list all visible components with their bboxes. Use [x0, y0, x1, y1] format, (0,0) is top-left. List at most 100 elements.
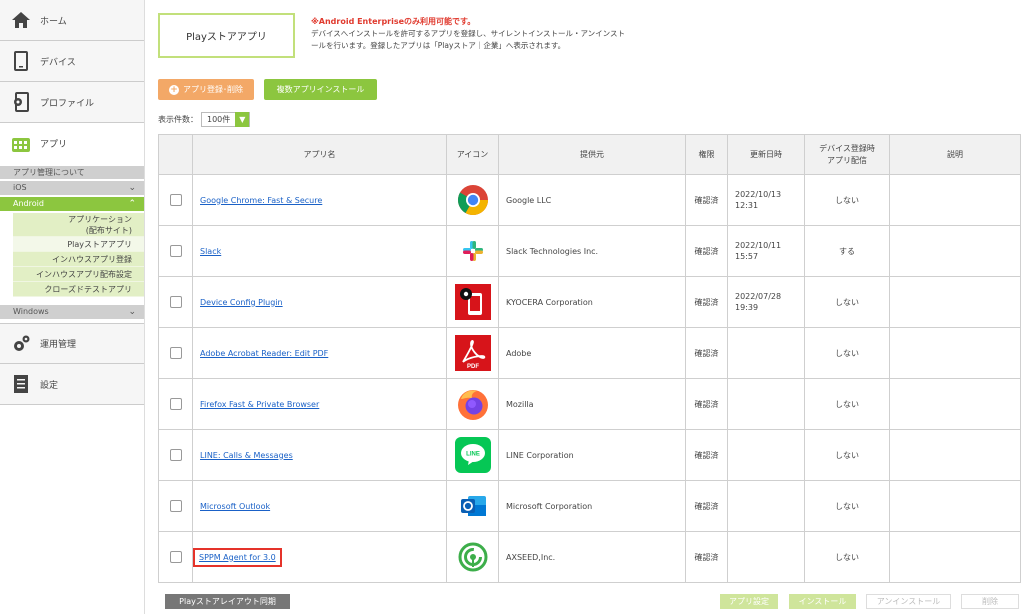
row-checkbox[interactable] [169, 398, 182, 410]
description-cell [889, 327, 1021, 379]
header-icon: アイコン [446, 134, 499, 175]
nav-profile[interactable]: プロファイル [0, 82, 144, 123]
description-cell [889, 531, 1021, 583]
app-icon-cell [446, 378, 499, 430]
page-size-select[interactable]: 100件 ▼ [201, 112, 251, 127]
chevron-down-icon: ⌄ [128, 307, 136, 317]
register-delete-button[interactable]: + アプリ登録･削除 [158, 79, 254, 100]
app-icon-cell: PDF [446, 327, 499, 379]
playstore-layout-sync-button[interactable]: Playストアレイアウト同期 [165, 594, 290, 609]
row-checkbox[interactable] [169, 500, 182, 512]
group-android[interactable]: Android ⌃ [0, 197, 144, 211]
header-permission: 権限 [685, 134, 728, 175]
chevron-down-icon: ⌄ [128, 183, 136, 193]
notice-text: ※Android Enterpriseのみ利用可能です。 デバイスへインストール… [311, 16, 681, 52]
sidebar-item-application-label: アプリケーション [68, 215, 132, 224]
provider-cell: Slack Technologies Inc. [498, 225, 686, 277]
row-checkbox-cell [158, 174, 193, 226]
sidebar-item-inhouse-distribution[interactable]: インハウスアプリ配布設定 [13, 267, 144, 282]
app-name-cell: Device Config Plugin [192, 276, 447, 328]
sidebar-item-application[interactable]: アプリケーション (配布サイト) [13, 213, 144, 237]
notice-warning: ※Android Enterpriseのみ利用可能です。 [311, 17, 476, 26]
app-name-link[interactable]: Google Chrome: Fast & Secure [200, 196, 322, 205]
register-delete-label: アプリ登録･削除 [183, 85, 243, 94]
install-button[interactable]: インストール [789, 594, 856, 609]
description-cell [889, 174, 1021, 226]
nav-operations-label: 運用管理 [40, 340, 77, 350]
updated-cell: 2022/07/28 19:39 [727, 276, 805, 328]
app-management-about[interactable]: アプリ管理について [0, 166, 144, 179]
row-checkbox[interactable] [169, 449, 182, 461]
provider-cell: LINE Corporation [498, 429, 686, 481]
app-icon-cell [446, 225, 499, 277]
apps-table: アプリ名 アイコン 提供元 権限 更新日時 デバイス登録時 アプリ配信 説明 G… [158, 134, 1021, 583]
group-windows-label: Windows [13, 307, 49, 316]
page-title: Playストアアプリ [158, 13, 295, 58]
provider-cell: KYOCERA Corporation [498, 276, 686, 328]
nav-home[interactable]: ホーム [0, 0, 144, 41]
page-size-value: 100件 [207, 115, 231, 124]
group-windows[interactable]: Windows ⌄ [0, 305, 144, 319]
updated-date: 2022/10/13 [735, 190, 782, 199]
permission-cell: 確認済 [685, 429, 728, 481]
app-settings-button[interactable]: アプリ設定 [720, 594, 778, 609]
profile-icon [10, 91, 32, 113]
app-icon-cell: LINE [446, 429, 499, 481]
nav-apps[interactable]: アプリ [0, 123, 144, 164]
row-checkbox[interactable] [169, 245, 182, 257]
nav-settings[interactable]: 設定 [0, 364, 144, 405]
plus-icon: + [169, 84, 179, 95]
app-icon-cell [446, 531, 499, 583]
uninstall-button[interactable]: アンインストール [866, 594, 951, 609]
app-name-link[interactable]: Microsoft Outlook [200, 502, 270, 511]
page-size-label: 表示件数： [158, 115, 198, 124]
sppm-icon [455, 542, 491, 572]
row-checkbox[interactable] [169, 296, 182, 308]
app-name-cell: Google Chrome: Fast & Secure [192, 174, 447, 226]
sidebar-item-inhouse-register[interactable]: インハウスアプリ登録 [13, 252, 144, 267]
app-name-link[interactable]: SPPM Agent for 3.0 [199, 553, 276, 562]
device-distribution-cell: しない [804, 429, 890, 481]
row-checkbox[interactable] [169, 347, 182, 359]
device-distribution-cell: しない [804, 531, 890, 583]
provider-cell: Google LLC [498, 174, 686, 226]
notice-line2: ールを行います。登録したアプリは「Playストア｜企業」へ表示されます。 [311, 41, 566, 50]
adobe-acrobat-icon: PDF [454, 335, 491, 371]
description-cell [889, 225, 1021, 277]
header-provider: 提供元 [498, 134, 686, 175]
app-icon-cell [446, 276, 499, 328]
provider-cell: AXSEED,Inc. [498, 531, 686, 583]
device-distribution-cell: しない [804, 378, 890, 430]
updated-time: 15:57 [735, 252, 759, 261]
app-name-link[interactable]: Slack [200, 247, 221, 256]
row-checkbox[interactable] [169, 194, 182, 206]
gears-icon [10, 333, 32, 355]
header-description: 説明 [889, 134, 1021, 175]
permission-cell: 確認済 [685, 327, 728, 379]
nav-operations[interactable]: 運用管理 [0, 323, 144, 364]
home-icon [10, 9, 32, 31]
app-name-cell: LINE: Calls & Messages [192, 429, 447, 481]
row-checkbox[interactable] [169, 551, 182, 563]
updated-date: 2022/10/11 [735, 241, 782, 250]
app-name-link[interactable]: Device Config Plugin [200, 298, 283, 307]
header-device-line1: デバイス登録時 [819, 143, 875, 153]
device-distribution-cell: しない [804, 276, 890, 328]
app-name-link[interactable]: Firefox Fast & Private Browser [200, 400, 319, 409]
sidebar-item-playstore[interactable]: Playストアアプリ [13, 237, 144, 252]
updated-cell [727, 429, 805, 481]
delete-button[interactable]: 削除 [961, 594, 1019, 609]
settings-document-icon [10, 373, 32, 395]
sidebar-item-closed-test[interactable]: クローズドテストアプリ [13, 282, 144, 297]
app-name-link[interactable]: Adobe Acrobat Reader: Edit PDF [200, 349, 328, 358]
nav-devices[interactable]: デバイス [0, 41, 144, 82]
permission-cell: 確認済 [685, 174, 728, 226]
app-name-link[interactable]: LINE: Calls & Messages [200, 451, 293, 460]
permission-cell: 確認済 [685, 378, 728, 430]
apps-icon [10, 133, 32, 155]
updated-time: 19:39 [735, 303, 759, 312]
device-distribution-cell: する [804, 225, 890, 277]
multi-install-button[interactable]: 複数アプリインストール [264, 79, 377, 100]
page-size-row: 表示件数： 100件 ▼ [158, 112, 251, 127]
group-ios[interactable]: iOS ⌄ [0, 181, 144, 195]
